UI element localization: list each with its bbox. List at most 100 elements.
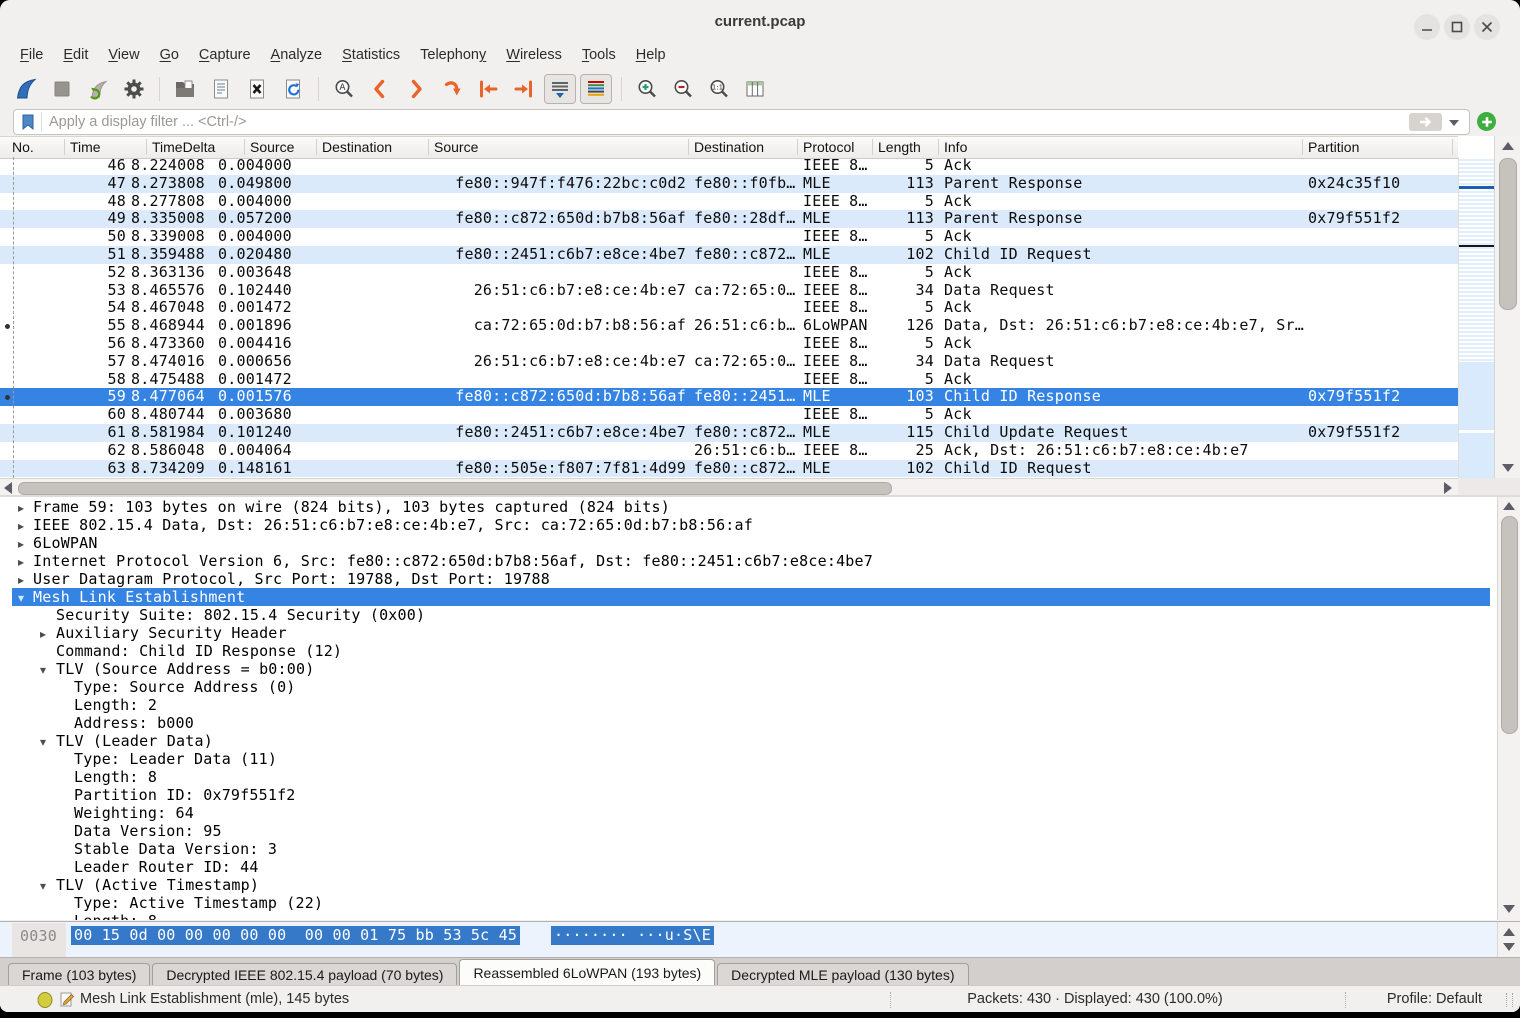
detail-line[interactable]: ▸User Datagram Protocol, Src Port: 19788… — [0, 570, 1497, 588]
display-filter-input[interactable]: Apply a display filter ... <Ctrl-/> — [13, 109, 1470, 135]
expert-info-icon[interactable] — [36, 991, 54, 1009]
go-forward-button[interactable] — [400, 74, 432, 104]
byte-tab-0[interactable]: Frame (103 bytes) — [8, 963, 150, 986]
expand-arrow-icon[interactable]: ▸ — [40, 625, 46, 643]
detail-line[interactable]: ▸Internet Protocol Version 6, Src: fe80:… — [0, 552, 1497, 570]
packet-row-48[interactable]: 488.2778080.004000IEEE 8…5Ack — [0, 193, 1458, 211]
column-header-protocol[interactable]: Protocol — [803, 139, 854, 155]
menu-view[interactable]: View — [98, 45, 149, 70]
column-header-partition[interactable]: Partition — [1308, 139, 1359, 155]
capture-options-button[interactable] — [118, 74, 150, 104]
scroll-left-arrow-icon[interactable] — [4, 482, 12, 494]
filter-dropdown-caret-icon[interactable] — [1449, 120, 1459, 126]
expand-arrow-icon[interactable]: ▸ — [18, 535, 24, 553]
detail-line[interactable]: Length: 2 — [0, 696, 1497, 714]
detail-line[interactable]: Stable Data Version: 3 — [0, 840, 1497, 858]
detail-line[interactable]: ▸6LoWPAN — [0, 534, 1497, 552]
maximize-button[interactable] — [1444, 14, 1470, 40]
column-separator[interactable] — [428, 139, 429, 155]
go-back-button[interactable] — [364, 74, 396, 104]
column-header-source[interactable]: Source — [250, 139, 294, 155]
packet-row-56[interactable]: 568.4733600.004416IEEE 8…5Ack — [0, 335, 1458, 353]
find-packet-button[interactable]: A — [328, 74, 360, 104]
filter-bookmark-icon[interactable] — [19, 113, 37, 131]
intelligent-scrollbar-minimap[interactable] — [1458, 157, 1495, 478]
detail-line[interactable]: Type: Leader Data (11) — [0, 750, 1497, 768]
column-separator[interactable] — [316, 139, 317, 155]
packet-row-53[interactable]: 538.4655760.10244026:51:c6:b7:e8:ce:4b:e… — [0, 282, 1458, 300]
detail-line[interactable]: ▸Frame 59: 103 bytes on wire (824 bits),… — [0, 498, 1497, 516]
detail-line[interactable]: Type: Source Address (0) — [0, 678, 1497, 696]
column-header-destination[interactable]: Destination — [694, 139, 764, 155]
packet-row-54[interactable]: 548.4670480.001472IEEE 8…5Ack — [0, 299, 1458, 317]
menu-file[interactable]: File — [10, 45, 53, 70]
packet-row-47[interactable]: 478.2738080.049800fe80::947f:f476:22bc:c… — [0, 175, 1458, 193]
column-separator[interactable] — [244, 139, 245, 155]
colorize-button[interactable] — [580, 74, 612, 104]
column-header-info[interactable]: Info — [944, 139, 967, 155]
hex-bytes-selected[interactable]: 00 15 0d 00 00 00 00 00 00 00 01 75 bb 5… — [71, 926, 520, 945]
byte-tab-1[interactable]: Decrypted IEEE 802.15.4 payload (70 byte… — [152, 963, 457, 986]
column-header-length[interactable]: Length — [878, 139, 921, 155]
zoom-out-button[interactable] — [667, 74, 699, 104]
detail-line[interactable]: ▸Auxiliary Security Header — [0, 624, 1497, 642]
scroll-right-arrow-icon[interactable] — [1444, 482, 1452, 494]
detail-line[interactable]: Weighting: 64 — [0, 804, 1497, 822]
column-separator[interactable] — [938, 139, 939, 155]
byte-tab-3[interactable]: Decrypted MLE payload (130 bytes) — [717, 963, 968, 986]
bytes-vertical-scrollbar[interactable] — [1497, 921, 1520, 958]
detail-line[interactable]: Partition ID: 0x79f551f2 — [0, 786, 1497, 804]
packet-row-52[interactable]: 528.3631360.003648IEEE 8…5Ack — [0, 264, 1458, 282]
packet-row-62[interactable]: 628.5860480.00406426:51:c6:b…IEEE 8…25Ac… — [0, 442, 1458, 460]
horizontal-scrollbar-thumb[interactable] — [18, 482, 892, 495]
column-header-time[interactable]: Time — [70, 139, 101, 155]
scroll-down-arrow-icon[interactable] — [1503, 905, 1515, 913]
add-filter-button[interactable] — [1477, 112, 1496, 131]
expand-arrow-icon[interactable]: ▸ — [18, 571, 24, 589]
menu-analyze[interactable]: Analyze — [261, 45, 333, 70]
detail-line[interactable]: Data Version: 95 — [0, 822, 1497, 840]
detail-line[interactable]: ▸IEEE 802.15.4 Data, Dst: 26:51:c6:b7:e8… — [0, 516, 1497, 534]
menu-capture[interactable]: Capture — [189, 45, 261, 70]
close-button[interactable] — [1474, 14, 1500, 40]
menu-edit[interactable]: Edit — [53, 45, 98, 70]
zoom-in-button[interactable] — [631, 74, 663, 104]
detail-line[interactable]: ▾TLV (Source Address = b0:00) — [0, 660, 1497, 678]
resize-grip[interactable] — [1506, 993, 1507, 1007]
menu-statistics[interactable]: Statistics — [332, 45, 410, 70]
detail-line[interactable]: ▾Mesh Link Establishment — [0, 588, 1497, 606]
column-header-source[interactable]: Source — [434, 139, 478, 155]
resize-grip[interactable] — [1512, 993, 1513, 1007]
packet-row-63[interactable]: 638.7342090.148161fe80::505e:f807:7f81:4… — [0, 460, 1458, 478]
resize-columns-button[interactable] — [739, 74, 771, 104]
packet-list-scrollbar-thumb[interactable] — [1499, 158, 1517, 310]
packet-row-49[interactable]: 498.3350080.057200fe80::c872:650d:b7b8:5… — [0, 210, 1458, 228]
expand-arrow-icon[interactable]: ▸ — [18, 517, 24, 535]
hex-offset[interactable]: 0030 — [20, 927, 57, 945]
minimize-button[interactable] — [1414, 14, 1440, 40]
scroll-up-arrow-icon[interactable] — [1503, 928, 1515, 936]
status-profile[interactable]: Profile: Default — [1387, 991, 1482, 1007]
detail-line[interactable]: ▾TLV (Active Timestamp) — [0, 876, 1497, 894]
detail-line[interactable]: Type: Active Timestamp (22) — [0, 894, 1497, 912]
collapse-arrow-icon[interactable]: ▾ — [18, 589, 24, 607]
hex-ascii-selected[interactable]: ········ ···u·S\E — [551, 926, 714, 945]
auto-scroll-button[interactable] — [544, 74, 576, 104]
packet-row-55[interactable]: 558.4689440.001896ca:72:65:0d:b7:b8:56:a… — [0, 317, 1458, 335]
packet-row-59[interactable]: 598.4770640.001576fe80::c872:650d:b7b8:5… — [0, 388, 1458, 406]
byte-tab-2[interactable]: Reassembled 6LoWPAN (193 bytes) — [459, 959, 715, 986]
detail-line[interactable]: Address: b000 — [0, 714, 1497, 732]
first-packet-button[interactable] — [472, 74, 504, 104]
details-vertical-scrollbar[interactable] — [1497, 497, 1520, 920]
detail-line[interactable]: Leader Router ID: 44 — [0, 858, 1497, 876]
close-file-button[interactable] — [241, 74, 273, 104]
column-separator[interactable] — [872, 139, 873, 155]
zoom-original-button[interactable]: 1:1 — [703, 74, 735, 104]
last-packet-button[interactable] — [508, 74, 540, 104]
column-header-timedelta[interactable]: TimeDelta — [152, 139, 215, 155]
expand-arrow-icon[interactable]: ▸ — [18, 499, 24, 517]
scroll-down-arrow-icon[interactable] — [1502, 464, 1514, 472]
file-properties-button[interactable] — [205, 74, 237, 104]
details-scrollbar-thumb[interactable] — [1501, 516, 1518, 734]
column-separator[interactable] — [1452, 139, 1453, 155]
